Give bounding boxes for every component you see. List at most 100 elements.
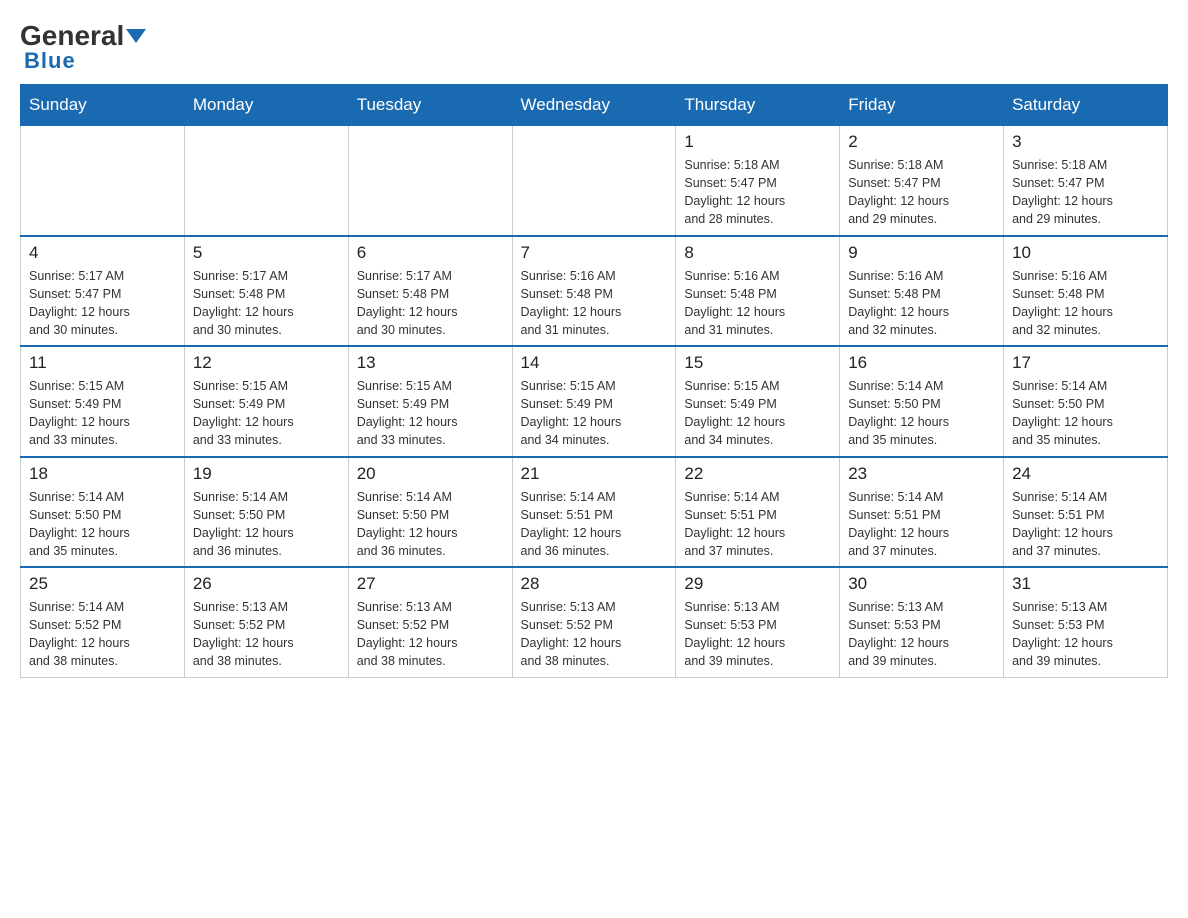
day-number: 3 — [1012, 132, 1159, 152]
calendar-cell: 17 Sunrise: 5:14 AMSunset: 5:50 PMDayligh… — [1004, 346, 1168, 457]
calendar-cell: 8 Sunrise: 5:16 AMSunset: 5:48 PMDaylight… — [676, 236, 840, 347]
week-row-4: 18Sunrise: 5:14 AMSunset: 5:50 PMDayligh… — [21, 457, 1168, 568]
day-info: Sunrise: 5:18 AMSunset: 5:47 PMDaylight:… — [684, 156, 831, 229]
day-number: 30 — [848, 574, 995, 594]
day-number: 1 — [684, 132, 831, 152]
calendar-cell: 7 Sunrise: 5:16 AMSunset: 5:48 PMDaylight… — [512, 236, 676, 347]
calendar-cell: 23 Sunrise: 5:14 AMSunset: 5:51 PMDayligh… — [840, 457, 1004, 568]
day-info: Sunrise: 5:13 AMSunset: 5:53 PMDaylight:… — [848, 598, 995, 671]
day-info: Sunrise: 5:16 AMSunset: 5:48 PMDaylight:… — [521, 267, 668, 340]
day-number: 28 — [521, 574, 668, 594]
weekday-header-row: SundayMondayTuesdayWednesdayThursdayFrid… — [21, 85, 1168, 126]
calendar-cell: 20 Sunrise: 5:14 AMSunset: 5:50 PMDayligh… — [348, 457, 512, 568]
logo: General Blue — [20, 20, 146, 74]
calendar-cell: 25 Sunrise: 5:14 AMSunset: 5:52 PMDayligh… — [21, 567, 185, 677]
calendar-cell: 10 Sunrise: 5:16 AMSunset: 5:48 PMDayligh… — [1004, 236, 1168, 347]
day-info: Sunrise: 5:13 AMSunset: 5:53 PMDaylight:… — [1012, 598, 1159, 671]
day-info: Sunrise: 5:15 AMSunset: 5:49 PMDaylight:… — [684, 377, 831, 450]
calendar-cell: 13 Sunrise: 5:15 AMSunset: 5:49 PMDayligh… — [348, 346, 512, 457]
day-number: 11 — [29, 353, 176, 373]
day-info: Sunrise: 5:13 AMSunset: 5:53 PMDaylight:… — [684, 598, 831, 671]
day-info: Sunrise: 5:15 AMSunset: 5:49 PMDaylight:… — [29, 377, 176, 450]
weekday-header-thursday: Thursday — [676, 85, 840, 126]
calendar-cell: 27 Sunrise: 5:13 AMSunset: 5:52 PMDayligh… — [348, 567, 512, 677]
day-info: Sunrise: 5:14 AMSunset: 5:50 PMDaylight:… — [848, 377, 995, 450]
day-number: 17 — [1012, 353, 1159, 373]
day-number: 29 — [684, 574, 831, 594]
day-info: Sunrise: 5:16 AMSunset: 5:48 PMDaylight:… — [684, 267, 831, 340]
day-number: 26 — [193, 574, 340, 594]
day-info: Sunrise: 5:17 AMSunset: 5:48 PMDaylight:… — [193, 267, 340, 340]
calendar-cell — [348, 126, 512, 236]
day-number: 20 — [357, 464, 504, 484]
day-info: Sunrise: 5:18 AMSunset: 5:47 PMDaylight:… — [848, 156, 995, 229]
weekday-header-monday: Monday — [184, 85, 348, 126]
calendar-table: SundayMondayTuesdayWednesdayThursdayFrid… — [20, 84, 1168, 678]
calendar-cell: 9Sunrise: 5:16 AMSunset: 5:48 PMDaylight… — [840, 236, 1004, 347]
calendar-cell: 3 Sunrise: 5:18 AMSunset: 5:47 PMDaylight… — [1004, 126, 1168, 236]
calendar-cell: 22 Sunrise: 5:14 AMSunset: 5:51 PMDayligh… — [676, 457, 840, 568]
day-number: 16 — [848, 353, 995, 373]
day-number: 25 — [29, 574, 176, 594]
logo-blue-text: Blue — [20, 48, 76, 74]
day-number: 14 — [521, 353, 668, 373]
calendar-cell: 11 Sunrise: 5:15 AMSunset: 5:49 PMDayligh… — [21, 346, 185, 457]
day-number: 10 — [1012, 243, 1159, 263]
calendar-cell: 4 Sunrise: 5:17 AMSunset: 5:47 PMDaylight… — [21, 236, 185, 347]
day-info: Sunrise: 5:14 AMSunset: 5:50 PMDaylight:… — [1012, 377, 1159, 450]
week-row-1: 1 Sunrise: 5:18 AMSunset: 5:47 PMDaylight… — [21, 126, 1168, 236]
day-info: Sunrise: 5:14 AMSunset: 5:52 PMDaylight:… — [29, 598, 176, 671]
calendar-cell: 14 Sunrise: 5:15 AMSunset: 5:49 PMDayligh… — [512, 346, 676, 457]
calendar-cell: 1 Sunrise: 5:18 AMSunset: 5:47 PMDaylight… — [676, 126, 840, 236]
calendar-cell: 24 Sunrise: 5:14 AMSunset: 5:51 PMDayligh… — [1004, 457, 1168, 568]
day-info: Sunrise: 5:14 AMSunset: 5:50 PMDaylight:… — [357, 488, 504, 561]
day-info: Sunrise: 5:18 AMSunset: 5:47 PMDaylight:… — [1012, 156, 1159, 229]
logo-arrow-icon — [126, 29, 146, 43]
day-number: 23 — [848, 464, 995, 484]
day-number: 19 — [193, 464, 340, 484]
calendar-cell — [512, 126, 676, 236]
calendar-cell: 21Sunrise: 5:14 AMSunset: 5:51 PMDayligh… — [512, 457, 676, 568]
day-info: Sunrise: 5:14 AMSunset: 5:51 PMDaylight:… — [1012, 488, 1159, 561]
day-number: 21 — [521, 464, 668, 484]
week-row-3: 11 Sunrise: 5:15 AMSunset: 5:49 PMDayligh… — [21, 346, 1168, 457]
calendar-cell: 31 Sunrise: 5:13 AMSunset: 5:53 PMDayligh… — [1004, 567, 1168, 677]
day-info: Sunrise: 5:14 AMSunset: 5:51 PMDaylight:… — [684, 488, 831, 561]
day-number: 4 — [29, 243, 176, 263]
day-info: Sunrise: 5:14 AMSunset: 5:51 PMDaylight:… — [848, 488, 995, 561]
day-number: 31 — [1012, 574, 1159, 594]
day-info: Sunrise: 5:14 AMSunset: 5:50 PMDaylight:… — [29, 488, 176, 561]
calendar-cell: 18Sunrise: 5:14 AMSunset: 5:50 PMDayligh… — [21, 457, 185, 568]
weekday-header-saturday: Saturday — [1004, 85, 1168, 126]
day-number: 2 — [848, 132, 995, 152]
calendar-cell: 12Sunrise: 5:15 AMSunset: 5:49 PMDayligh… — [184, 346, 348, 457]
day-info: Sunrise: 5:14 AMSunset: 5:50 PMDaylight:… — [193, 488, 340, 561]
weekday-header-sunday: Sunday — [21, 85, 185, 126]
day-number: 5 — [193, 243, 340, 263]
day-number: 8 — [684, 243, 831, 263]
day-info: Sunrise: 5:15 AMSunset: 5:49 PMDaylight:… — [521, 377, 668, 450]
day-number: 15 — [684, 353, 831, 373]
day-info: Sunrise: 5:15 AMSunset: 5:49 PMDaylight:… — [357, 377, 504, 450]
day-number: 7 — [521, 243, 668, 263]
day-number: 27 — [357, 574, 504, 594]
calendar-cell: 30 Sunrise: 5:13 AMSunset: 5:53 PMDayligh… — [840, 567, 1004, 677]
day-number: 13 — [357, 353, 504, 373]
calendar-cell: 28 Sunrise: 5:13 AMSunset: 5:52 PMDayligh… — [512, 567, 676, 677]
page-header: General Blue — [20, 20, 1168, 74]
day-info: Sunrise: 5:17 AMSunset: 5:47 PMDaylight:… — [29, 267, 176, 340]
day-number: 12 — [193, 353, 340, 373]
day-info: Sunrise: 5:13 AMSunset: 5:52 PMDaylight:… — [357, 598, 504, 671]
day-number: 9 — [848, 243, 995, 263]
day-info: Sunrise: 5:13 AMSunset: 5:52 PMDaylight:… — [521, 598, 668, 671]
day-number: 6 — [357, 243, 504, 263]
day-info: Sunrise: 5:16 AMSunset: 5:48 PMDaylight:… — [1012, 267, 1159, 340]
day-number: 24 — [1012, 464, 1159, 484]
week-row-2: 4 Sunrise: 5:17 AMSunset: 5:47 PMDaylight… — [21, 236, 1168, 347]
weekday-header-friday: Friday — [840, 85, 1004, 126]
day-number: 22 — [684, 464, 831, 484]
calendar-cell — [184, 126, 348, 236]
calendar-cell: 26Sunrise: 5:13 AMSunset: 5:52 PMDayligh… — [184, 567, 348, 677]
calendar-cell: 15 Sunrise: 5:15 AMSunset: 5:49 PMDayligh… — [676, 346, 840, 457]
weekday-header-wednesday: Wednesday — [512, 85, 676, 126]
